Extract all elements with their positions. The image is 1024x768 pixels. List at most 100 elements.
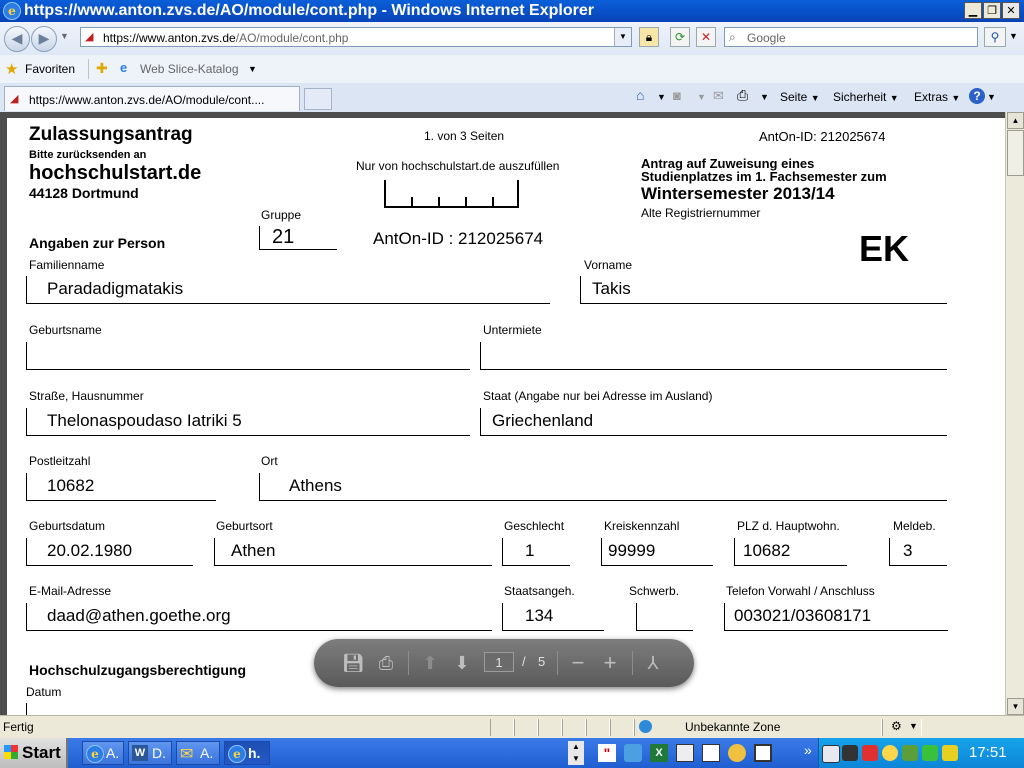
tray-app-icon[interactable] [902, 745, 918, 761]
mail-icon[interactable]: ✉ [713, 88, 724, 104]
forward-button[interactable]: ▶ [31, 26, 57, 52]
staatsangeh-field[interactable]: 134 [502, 603, 604, 631]
protected-mode-dropdown-icon[interactable]: ▼ [909, 721, 918, 731]
print-icon[interactable]: ⎙ [737, 87, 748, 104]
tray-app-icon[interactable] [842, 745, 858, 761]
security-menu[interactable]: Sicherheit ▼ [833, 90, 899, 104]
desktop-icon[interactable] [754, 744, 772, 762]
plz-field[interactable]: 10682 [26, 473, 216, 501]
geburtsname-label: Geburtsname [29, 323, 102, 337]
adobe-reader-icon[interactable]: ⅄ [642, 652, 664, 674]
taskbar-item-label: A. [106, 745, 120, 761]
back-button[interactable]: ◀ [4, 26, 30, 52]
start-button[interactable]: Start [0, 738, 68, 768]
zoom-in-icon[interactable]: + [599, 652, 621, 674]
favorites-star-icon[interactable]: ★ [5, 60, 18, 78]
address-url[interactable]: https://www.anton.zvs.de/AO/module/cont.… [103, 31, 348, 45]
globe-icon [639, 720, 652, 733]
pdf-viewer[interactable]: Zulassungsantrag Bitte zurücksenden an h… [0, 112, 1005, 715]
tray-app-icon[interactable] [862, 745, 878, 761]
restore-button[interactable]: ❐ [983, 2, 1001, 19]
zoom-out-icon[interactable]: − [567, 652, 589, 674]
ort-field[interactable]: Athens [259, 473, 947, 501]
protected-mode-icon: ⚙ [891, 719, 902, 733]
geburtsdatum-field[interactable]: 20.02.1980 [26, 538, 193, 566]
tab-current[interactable]: ◢ https://www.anton.zvs.de/AO/module/con… [4, 86, 300, 111]
home-icon[interactable]: ⌂ [636, 87, 644, 103]
geburtsort-label: Geburtsort [216, 519, 273, 533]
previous-page-icon[interactable]: ⬆ [419, 652, 441, 674]
excel-icon[interactable]: X [650, 744, 668, 762]
strasse-field[interactable]: Thelonaspoudaso Iatriki 5 [26, 408, 470, 436]
help-icon[interactable]: ? [969, 88, 985, 104]
telefon-field[interactable]: 003021/03608171 [724, 603, 948, 631]
feeds-dropdown-icon[interactable]: ▼ [697, 92, 706, 102]
feeds-icon[interactable]: ◙ [673, 88, 681, 103]
extras-menu[interactable]: Extras ▼ [914, 90, 960, 104]
search-go-icon[interactable]: ⚲ [984, 27, 1006, 47]
email-value: daad@athen.goethe.org [47, 606, 231, 625]
minimize-button[interactable]: ▁ [964, 2, 982, 19]
lock-icon[interactable]: 🔒︎ [639, 27, 659, 47]
refresh-icon[interactable]: ⟳ [670, 27, 690, 47]
familienname-field[interactable]: Paradadigmatakis [26, 276, 550, 304]
email-field[interactable]: daad@athen.goethe.org [26, 603, 492, 631]
title-bar[interactable]: e https://www.anton.zvs.de/AO/module/con… [0, 0, 1024, 22]
document-icon[interactable] [702, 744, 720, 762]
schwerb-field[interactable] [636, 603, 693, 631]
address-bar[interactable]: ◢ https://www.anton.zvs.de/AO/module/con… [80, 27, 632, 47]
ort-label: Ort [261, 454, 278, 468]
taskbar-scroll-icon[interactable]: ▲ ▼ [568, 741, 584, 765]
history-dropdown-icon[interactable]: ▼ [60, 31, 69, 41]
stop-icon[interactable]: ✕ [696, 27, 716, 47]
clock[interactable]: 17:51 [969, 744, 1007, 761]
web-slice-catalog-link[interactable]: Web Slice-Katalog [140, 62, 239, 76]
datum-label: Datum [26, 685, 62, 699]
help-dropdown-icon[interactable]: ▼ [987, 92, 996, 102]
geburtsort-field[interactable]: Athen [214, 538, 492, 566]
tray-app-icon[interactable] [942, 745, 958, 761]
taskbar-item-ie-2[interactable]: e h. [224, 741, 270, 765]
vertical-scrollbar[interactable]: ▲ ▼ [1005, 112, 1024, 715]
untermiete-field[interactable] [480, 342, 947, 370]
geburtsname-field[interactable] [26, 342, 470, 370]
page-number-input[interactable]: 1 [484, 652, 514, 672]
search-input[interactable]: ⌕ Google [724, 27, 978, 47]
network-icon[interactable] [822, 745, 840, 763]
home-dropdown-icon[interactable]: ▼ [657, 92, 666, 102]
scroll-up-button[interactable]: ▲ [1007, 112, 1024, 129]
tray-app-icon[interactable] [922, 745, 938, 761]
quicklaunch-app-icon[interactable] [624, 744, 642, 762]
web-slice-dropdown-icon[interactable]: ▼ [248, 64, 257, 74]
taskbar-item-ie-1[interactable]: e A. [82, 741, 124, 765]
taskbar-item-mail[interactable]: ✉ A. [176, 741, 220, 765]
scroll-thumb[interactable] [1007, 130, 1024, 176]
page-menu[interactable]: Seite ▼ [780, 90, 820, 104]
plz-hauptwohnung-field[interactable]: 10682 [734, 538, 847, 566]
staat-field[interactable]: Griechenland [480, 408, 947, 436]
vorname-field[interactable]: Takis [580, 276, 947, 304]
add-favorite-icon[interactable]: ✚ [96, 60, 108, 77]
window-icon[interactable] [676, 744, 694, 762]
print-dropdown-icon[interactable]: ▼ [760, 92, 769, 102]
datum-field[interactable] [26, 703, 27, 715]
next-page-icon[interactable]: ⬇ [451, 652, 473, 674]
search-options-dropdown-icon[interactable]: ▼ [1009, 31, 1018, 41]
kreiskennzahl-field[interactable]: 99999 [601, 538, 713, 566]
quote-app-icon[interactable]: " [598, 744, 616, 762]
close-button[interactable]: ✕ [1002, 2, 1020, 19]
meldeb-field[interactable]: 3 [889, 538, 947, 566]
address-dropdown-icon[interactable]: ▼ [614, 28, 631, 46]
protected-mode-panel[interactable]: ⚙ ▼ [882, 719, 922, 736]
quicklaunch-overflow-icon[interactable]: » [804, 742, 812, 758]
save-icon[interactable]: 💾︎ [342, 652, 365, 674]
scroll-down-button[interactable]: ▼ [1007, 698, 1024, 715]
geschlecht-field[interactable]: 1 [502, 538, 570, 566]
new-tab-button[interactable] [304, 88, 332, 110]
tray-app-icon[interactable] [882, 745, 898, 761]
taskbar-item-word[interactable]: W D. [128, 741, 172, 765]
print-icon[interactable]: ⎙ [375, 652, 397, 674]
favorites-button[interactable]: Favoriten [25, 62, 75, 76]
quicklaunch-app-icon[interactable] [728, 744, 746, 762]
zone-panel[interactable]: Unbekannte Zone [634, 719, 882, 736]
